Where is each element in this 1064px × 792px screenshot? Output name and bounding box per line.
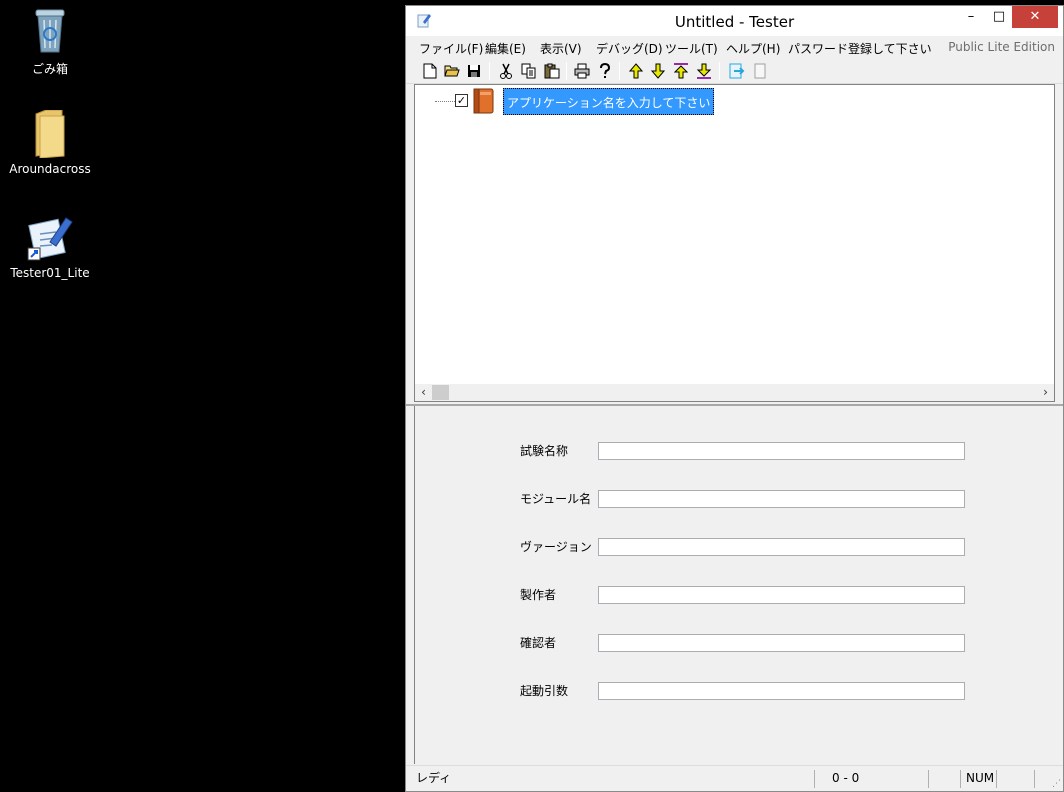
menu-help[interactable]: ヘルプ(H)	[726, 40, 780, 57]
status-divider	[1034, 770, 1035, 788]
move-bottom-icon	[697, 63, 711, 79]
status-bar: レディ 0 - 0 NUM ⋰	[406, 765, 1063, 791]
paste-icon	[544, 63, 560, 79]
print-icon	[574, 63, 590, 79]
edition-label: Public Lite Edition	[948, 40, 1055, 54]
move-bottom-button[interactable]	[694, 62, 714, 80]
resize-grip-icon[interactable]: ⋰	[1052, 779, 1061, 789]
save-icon	[468, 65, 480, 77]
launch-args-input[interactable]	[598, 682, 965, 700]
status-divider	[814, 770, 815, 788]
open-button[interactable]	[442, 62, 462, 80]
open-folder-icon	[444, 65, 460, 77]
horizontal-scrollbar[interactable]: ‹ ›	[415, 384, 1054, 401]
module-name-input[interactable]	[598, 490, 965, 508]
folder-icon	[35, 110, 65, 158]
close-button[interactable]: ✕	[1012, 6, 1058, 28]
status-message: レディ	[416, 771, 452, 785]
launch-args-label: 起動引数	[520, 684, 569, 698]
toolbar	[406, 58, 1063, 84]
desktop-icon-label: Aroundacross	[9, 162, 91, 176]
desktop-icon-aroundacross[interactable]: Aroundacross	[2, 110, 98, 176]
move-top-icon	[674, 63, 688, 79]
move-top-button[interactable]	[671, 62, 691, 80]
blank-button[interactable]	[750, 62, 770, 80]
desktop-icon-label: Tester01_Lite	[10, 266, 90, 280]
app-shortcut-icon	[27, 217, 73, 261]
desktop-icon-recycle-bin[interactable]: ごみ箱	[2, 6, 98, 77]
desktop-icon-label: ごみ箱	[31, 62, 68, 76]
status-divider	[960, 770, 961, 788]
status-divider	[996, 770, 997, 788]
export-button[interactable]	[727, 62, 747, 80]
module-name-label: モジュール名	[520, 492, 592, 506]
minimize-button[interactable]: –	[958, 6, 984, 28]
blank-icon	[754, 63, 766, 79]
toolbar-separator	[719, 62, 720, 80]
scroll-left-icon[interactable]: ‹	[415, 384, 432, 401]
status-num-lock: NUM	[966, 771, 995, 785]
cut-button[interactable]	[496, 62, 516, 80]
export-icon	[729, 63, 745, 79]
save-button[interactable]	[464, 62, 484, 80]
menu-edit[interactable]: 編集(E)	[485, 40, 526, 57]
tree-connector	[435, 101, 457, 102]
tree-view[interactable]: ✓ アプリケーション名を入力して下さい ‹ ›	[414, 84, 1055, 402]
recycle-bin-icon	[35, 9, 65, 53]
reviewer-label: 確認者	[520, 636, 557, 650]
move-down-button[interactable]	[648, 62, 668, 80]
version-label: ヴァージョン	[520, 540, 592, 554]
tree-node-application[interactable]: アプリケーション名を入力して下さい	[503, 88, 715, 115]
toolbar-separator	[489, 62, 490, 80]
move-up-button[interactable]	[626, 62, 646, 80]
properties-form: 試験名称 モジュール名 ヴァージョン 製作者 確認者 起動引数	[414, 406, 1055, 764]
copy-icon	[521, 63, 536, 79]
print-button[interactable]	[572, 62, 592, 80]
node-checkbox[interactable]: ✓	[455, 94, 468, 107]
move-down-icon	[651, 63, 665, 79]
author-input[interactable]	[598, 586, 965, 604]
toolbar-separator	[566, 62, 567, 80]
menu-debug[interactable]: デバッグ(D)	[596, 40, 663, 57]
test-name-input[interactable]	[598, 442, 965, 460]
desktop-icon-tester01-lite[interactable]: Tester01_Lite	[2, 212, 98, 280]
menu-view[interactable]: 表示(V)	[540, 40, 582, 57]
move-up-icon	[629, 63, 643, 79]
scroll-thumb[interactable]	[432, 385, 449, 400]
new-file-button[interactable]	[420, 62, 440, 80]
menu-tools[interactable]: ツール(T)	[665, 40, 718, 57]
help-button[interactable]	[595, 62, 615, 80]
paste-button[interactable]	[542, 62, 562, 80]
status-divider	[928, 770, 929, 788]
menu-file[interactable]: ファイル(F)	[419, 40, 483, 57]
menu-register-password[interactable]: パスワード登録して下さい	[788, 40, 932, 57]
tester-window: Untitled - Tester – □ ✕ ファイル(F) 編集(E) 表示…	[405, 5, 1064, 792]
cut-icon	[500, 63, 512, 79]
new-file-icon	[423, 63, 437, 79]
toolbar-separator	[619, 62, 620, 80]
menu-bar: ファイル(F) 編集(E) 表示(V) デバッグ(D) ツール(T) ヘルプ(H…	[406, 36, 1063, 58]
test-name-label: 試験名称	[520, 444, 569, 458]
status-position: 0 - 0	[832, 771, 860, 785]
reviewer-input[interactable]	[598, 634, 965, 652]
copy-button[interactable]	[519, 62, 539, 80]
version-input[interactable]	[598, 538, 965, 556]
author-label: 製作者	[520, 588, 557, 602]
maximize-button[interactable]: □	[986, 6, 1012, 28]
help-icon	[600, 63, 611, 78]
scroll-right-icon[interactable]: ›	[1037, 384, 1054, 401]
title-bar[interactable]: Untitled - Tester – □ ✕	[406, 6, 1063, 36]
book-icon	[473, 88, 494, 114]
